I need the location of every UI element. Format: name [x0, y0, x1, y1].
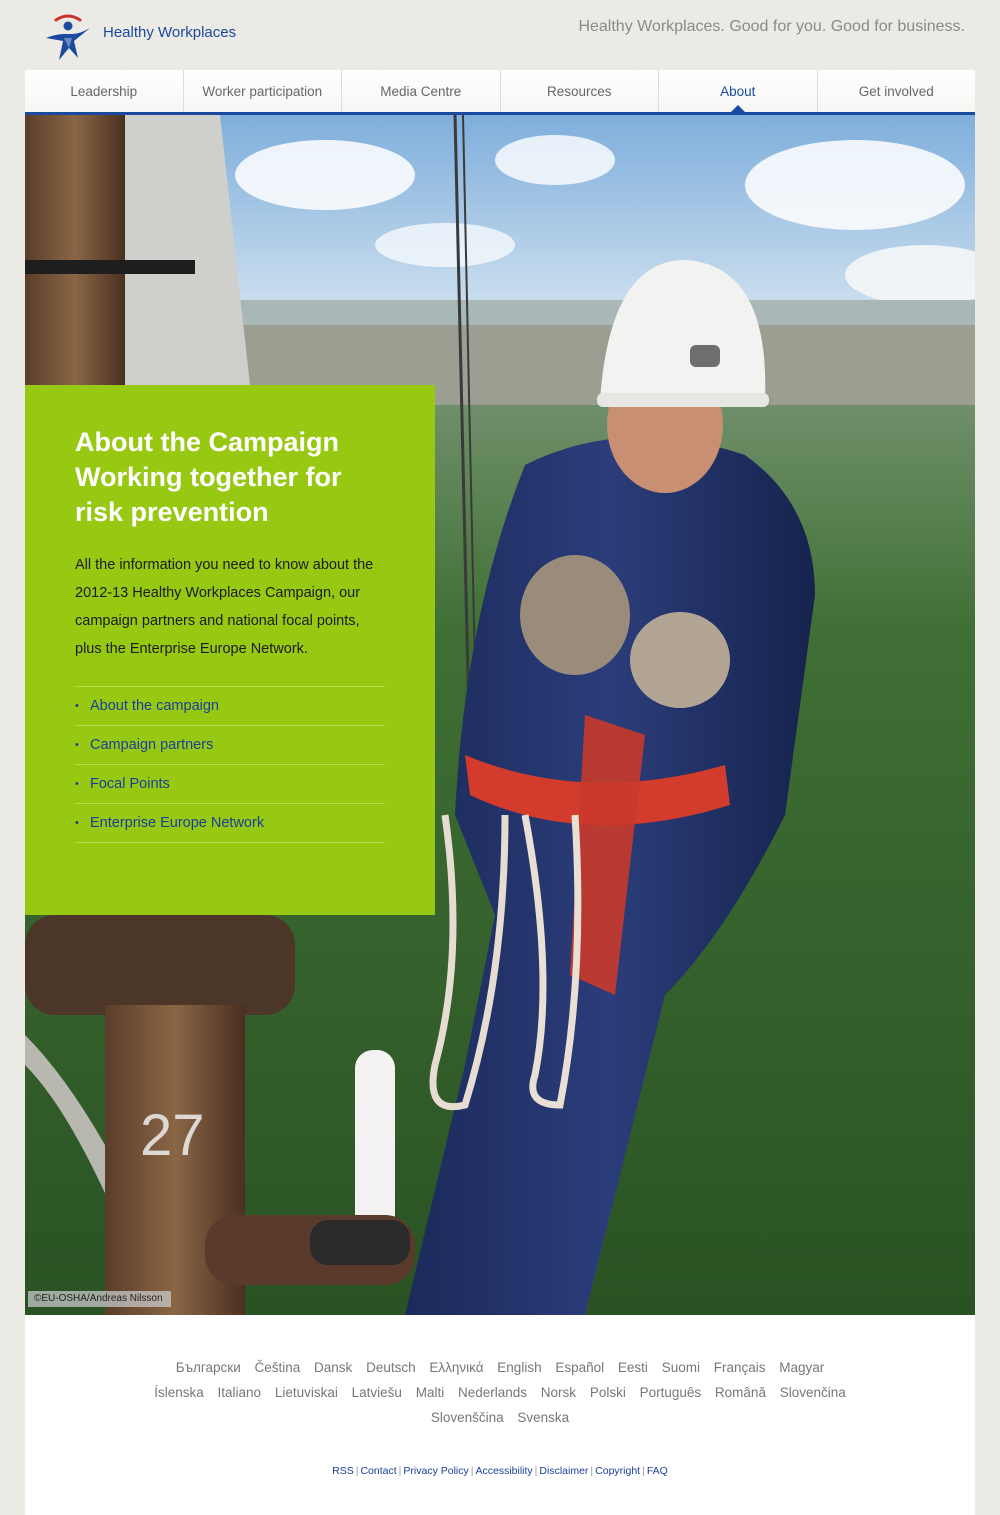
- language-link-es[interactable]: Español: [555, 1355, 604, 1380]
- footer-link-disclaimer[interactable]: Disclaimer: [539, 1465, 588, 1477]
- language-link-is[interactable]: Íslenska: [154, 1380, 204, 1405]
- language-link-el[interactable]: Ελληνικά: [429, 1355, 483, 1380]
- language-link-et[interactable]: Eesti: [618, 1355, 648, 1380]
- footer-link-accessibility[interactable]: Accessibility: [475, 1465, 532, 1477]
- language-link-cs[interactable]: Čeština: [255, 1355, 301, 1380]
- language-selector: Български Čeština Dansk Deutsch Ελληνικά…: [145, 1355, 855, 1430]
- nav-item-media-centre[interactable]: Media Centre: [342, 70, 501, 112]
- link-campaign-partners[interactable]: Campaign partners: [75, 726, 385, 765]
- footer-link-privacy-policy[interactable]: Privacy Policy: [403, 1465, 468, 1477]
- footer-link-faq[interactable]: FAQ: [647, 1465, 668, 1477]
- language-link-ro[interactable]: Română: [715, 1380, 766, 1405]
- language-link-mt[interactable]: Malti: [416, 1380, 445, 1405]
- language-link-fi[interactable]: Suomi: [662, 1355, 700, 1380]
- language-link-sv[interactable]: Svenska: [517, 1405, 569, 1430]
- panel-link-list: About the campaign Campaign partners Foc…: [75, 686, 385, 843]
- language-link-bg[interactable]: Български: [176, 1355, 241, 1380]
- footer-separator: |: [642, 1465, 645, 1477]
- language-link-pl[interactable]: Polski: [590, 1380, 626, 1405]
- photo-credit: ©EU-OSHA/Andreas Nilsson: [28, 1291, 171, 1307]
- language-link-lv[interactable]: Latviešu: [352, 1380, 402, 1405]
- footer-separator: |: [534, 1465, 538, 1477]
- nav-item-leadership[interactable]: Leadership: [25, 70, 184, 112]
- footer-link-rss[interactable]: RSS: [332, 1465, 354, 1477]
- language-link-it[interactable]: Italiano: [218, 1380, 262, 1405]
- language-link-no[interactable]: Norsk: [541, 1380, 576, 1405]
- footer-link-contact[interactable]: Contact: [360, 1465, 396, 1477]
- link-about-the-campaign[interactable]: About the campaign: [75, 687, 385, 726]
- language-link-lt[interactable]: Lietuviskai: [275, 1380, 338, 1405]
- footer-separator: |: [590, 1465, 594, 1477]
- tagline: Healthy Workplaces. Good for you. Good f…: [578, 18, 965, 35]
- panel-title-line-2: Working together for: [75, 462, 342, 492]
- link-focal-points[interactable]: Focal Points: [75, 765, 385, 804]
- healthy-workplaces-logo-icon: [46, 14, 90, 60]
- footer-link-copyright[interactable]: Copyright: [595, 1465, 640, 1477]
- site-header: Healthy Workplaces Healthy Workplaces. G…: [0, 0, 1000, 70]
- link-enterprise-europe-network[interactable]: Enterprise Europe Network: [75, 804, 385, 843]
- nav-item-about[interactable]: About: [659, 70, 818, 113]
- svg-text:27: 27: [140, 1103, 205, 1168]
- language-link-pt[interactable]: Português: [640, 1380, 702, 1405]
- panel-title-line-3: risk prevention: [75, 497, 269, 527]
- language-link-hu[interactable]: Magyar: [779, 1355, 824, 1380]
- logo-link[interactable]: Healthy Workplaces: [42, 8, 252, 64]
- site-name: Healthy Workplaces: [103, 24, 237, 41]
- page: Healthy Workplaces Healthy Workplaces. G…: [0, 0, 1000, 1515]
- language-link-fr[interactable]: Français: [714, 1355, 766, 1380]
- footer-separator: |: [470, 1465, 474, 1477]
- language-link-sl[interactable]: Slovenščina: [431, 1405, 504, 1430]
- nav-item-get-involved[interactable]: Get involved: [817, 70, 975, 112]
- footer-links: RSS | Contact | Privacy Policy | Accessibility…: [25, 1465, 975, 1477]
- nav-item-worker-participation[interactable]: Worker participation: [183, 70, 342, 112]
- main-nav: Leadership Worker participation Media Ce…: [25, 70, 975, 115]
- language-link-nl[interactable]: Nederlands: [458, 1380, 527, 1405]
- footer-separator: |: [355, 1465, 359, 1477]
- panel-title: About the Campaign Working together for …: [75, 425, 395, 530]
- about-campaign-panel: About the Campaign Working together for …: [25, 385, 435, 915]
- language-link-en[interactable]: English: [497, 1355, 541, 1380]
- language-link-da[interactable]: Dansk: [314, 1355, 352, 1380]
- panel-title-line-1: About the Campaign: [75, 427, 339, 457]
- footer-separator: |: [398, 1465, 402, 1477]
- site-footer: Български Čeština Dansk Deutsch Ελληνικά…: [25, 1315, 975, 1515]
- panel-description: All the information you need to know abo…: [75, 557, 374, 657]
- nav-item-resources[interactable]: Resources: [500, 70, 659, 112]
- language-link-sk[interactable]: Slovenčina: [780, 1380, 846, 1405]
- language-link-de[interactable]: Deutsch: [366, 1355, 416, 1380]
